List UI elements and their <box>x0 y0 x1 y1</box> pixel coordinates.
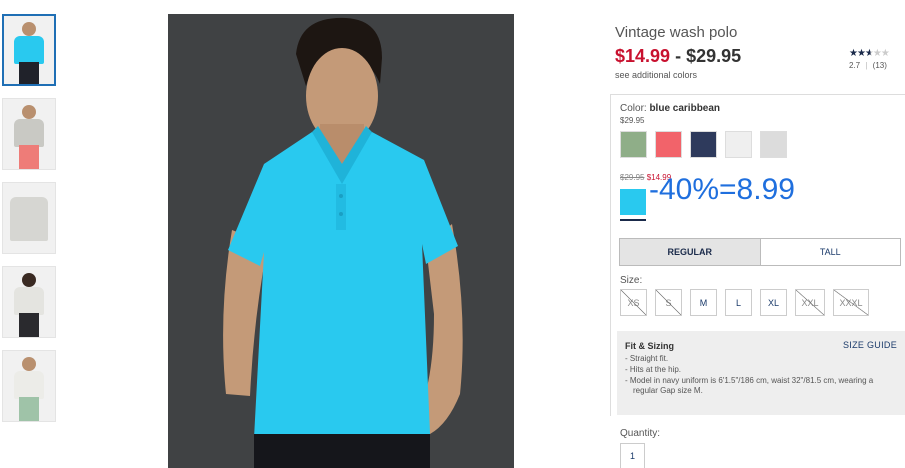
thumbnail-figure-head <box>22 357 36 371</box>
color-swatch[interactable] <box>655 131 682 158</box>
thumbnail-figure-head <box>22 105 36 119</box>
thumbnail-figure-legs <box>19 145 39 169</box>
price-separator: - <box>670 46 687 66</box>
thumbnail-back-view[interactable] <box>2 266 56 338</box>
fit-option-tall[interactable]: TALL <box>761 239 901 265</box>
thumbnail-shirt-on-hanger <box>10 197 48 241</box>
color-name: blue caribbean <box>649 103 721 114</box>
main-product-image <box>168 14 514 468</box>
fit-sizing-item: - Straight fit. <box>625 354 669 363</box>
fit-option-regular[interactable]: REGULAR <box>620 239 761 265</box>
thumbnail-hanger-flat[interactable] <box>2 182 56 254</box>
price-range: $14.99 - $29.95 <box>615 46 741 67</box>
thumbnail-figure-head <box>22 273 36 287</box>
fit-sizing-list: - Straight fit. - Hits at the hip. - Mod… <box>625 354 900 397</box>
thumbnail-white-green-pants[interactable] <box>2 350 56 422</box>
size-option-m[interactable]: M <box>690 289 717 316</box>
quantity-label: Quantity: <box>620 428 661 439</box>
color-label-prefix: Color: <box>620 103 650 114</box>
fit-sizing-box: Fit & Sizing SIZE GUIDE - Straight fit. … <box>617 331 905 415</box>
size-option-xs[interactable]: XS <box>620 289 647 316</box>
handwritten-annotation: -40%=8.99 <box>649 173 795 206</box>
color-swatches <box>620 131 787 158</box>
thumbnail-figure-legs <box>19 313 39 337</box>
see-additional-colors-link[interactable]: see additional colors <box>615 70 697 80</box>
product-title: Vintage wash polo <box>615 24 738 41</box>
rating-count[interactable]: (13) <box>873 61 887 70</box>
model-illustration <box>223 17 463 468</box>
size-label: Size: <box>620 275 643 286</box>
star-icon: ★ <box>872 48 882 59</box>
fit-toggle: REGULAR TALL <box>619 238 901 266</box>
fit-sizing-item: - Model in navy uniform is 6'1.5"/186 cm… <box>625 376 874 395</box>
sale-price: $14.99 <box>615 46 671 66</box>
size-option-l[interactable]: L <box>725 289 752 316</box>
thumbnail-figure-shirt <box>14 36 44 64</box>
color-swatch[interactable] <box>725 131 752 158</box>
rating-summary: 2.7 | (13) <box>849 61 905 70</box>
fit-sizing-item: - Hits at the hip. <box>625 365 682 374</box>
star-icon: ★ <box>864 48 874 59</box>
thumbnail-grey-coral-shorts[interactable] <box>2 98 56 170</box>
swatch-blue-caribbean[interactable] <box>620 189 646 215</box>
quantity-input[interactable]: 1 <box>620 443 645 468</box>
rating-divider: | <box>865 61 868 70</box>
thumbnail-figure-shirt <box>14 287 44 315</box>
rating-value: 2.7 <box>849 61 861 70</box>
size-option-xl[interactable]: XL <box>760 289 787 316</box>
rating-stars: ★★★★★ <box>849 48 905 59</box>
star-icon: ★ <box>856 48 866 59</box>
selected-old-price: $29.95 <box>620 173 645 182</box>
selected-swatch-indicator <box>620 219 646 221</box>
color-swatch[interactable] <box>620 131 647 158</box>
star-icon: ★ <box>880 48 890 59</box>
size-option-xxl[interactable]: XXL <box>795 289 825 316</box>
color-swatch[interactable] <box>760 131 787 158</box>
fit-sizing-title: Fit & Sizing <box>625 341 674 351</box>
star-icon: ★ <box>849 48 858 59</box>
thumbnail-figure-legs <box>19 397 39 421</box>
thumbnail-figure-shirt <box>14 371 44 399</box>
thumbnail-figure-head <box>22 22 36 36</box>
rating-widget[interactable]: ★★★★★ 2.7 | (13) <box>849 48 905 70</box>
purchase-options-box: Color: blue caribbean $29.95 $29.95 $14.… <box>610 94 905 468</box>
color-price: $29.95 <box>620 116 645 125</box>
size-guide-link[interactable]: SIZE GUIDE <box>843 340 897 350</box>
size-option-s[interactable]: S <box>655 289 682 316</box>
thumbnail-figure-shirt <box>14 119 44 147</box>
thumbnail-front-blue[interactable] <box>2 14 56 86</box>
thumbnail-figure-legs <box>19 62 39 84</box>
color-label: Color: blue caribbean <box>620 103 720 114</box>
size-option-xxxl[interactable]: XXXL <box>833 289 869 316</box>
color-swatch[interactable] <box>690 131 717 158</box>
regular-price: $29.95 <box>686 46 742 66</box>
size-options: XS S M L XL XXL XXXL <box>620 289 869 316</box>
